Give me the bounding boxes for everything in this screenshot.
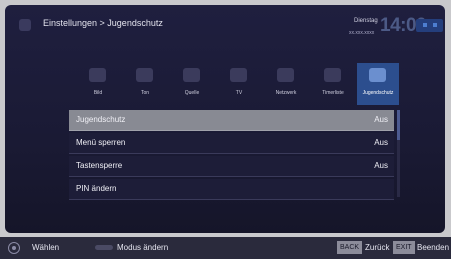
category-tabs: Bild Ton Quelle TV Netzwerk Timerliste J… [77,63,402,105]
menu-item-value: Aus [374,115,388,124]
menu-item-pin-aendern[interactable]: PIN ändern [69,179,394,200]
settings-icon [19,19,31,31]
tab-timerliste[interactable]: Timerliste [312,63,354,105]
antenna-icon [183,68,200,82]
back-key: BACK [337,241,363,254]
speaker-icon [136,68,153,82]
menu-item-label: Tastensperre [76,161,123,170]
tab-quelle[interactable]: Quelle [171,63,213,105]
settings-list: Jugendschutz Aus Menü sperren Aus Tasten… [69,110,394,202]
breadcrumb: Einstellungen > Jugendschutz [43,18,163,28]
menu-item-menue-sperren[interactable]: Menü sperren Aus [69,133,394,154]
timer-icon [324,68,341,82]
menu-item-tastensperre[interactable]: Tastensperre Aus [69,156,394,177]
tab-label: Quelle [184,90,200,96]
exit-key: EXIT [393,241,415,254]
tab-label: Bild [93,90,103,96]
menu-item-value: Aus [374,138,388,147]
scrollbar-thumb[interactable] [397,110,400,140]
menu-item-value: Aus [374,161,388,170]
tab-jugendschutz[interactable]: Jugendschutz [357,63,399,105]
picture-icon [89,68,106,82]
clock-badge-icon [416,19,443,32]
menu-item-label: PIN ändern [76,184,117,193]
tv-screen: Einstellungen > Jugendschutz Dienstag xx… [0,0,451,259]
clock-date: xx.xxx.xxxx [349,30,375,36]
mode-hint: Modus ändern [117,243,169,252]
tab-label: Jugendschutz [362,90,394,96]
parental-lock-icon [369,68,386,82]
clock-day: Dienstag [354,18,378,24]
color-keys-icon [95,245,113,250]
tab-label: Netzwerk [275,90,297,96]
exit-hint: Beenden [417,243,450,252]
navigation-pad-icon [8,242,20,254]
menu-item-label: Menü sperren [76,138,126,147]
menu-item-label: Jugendschutz [76,115,126,124]
tab-label: TV [235,90,243,96]
back-hint: Zurück [365,243,390,252]
network-icon [277,68,294,82]
footer-help-bar: Wählen Modus ändern BACK Zurück EXIT Bee… [0,237,451,259]
menu-item-jugendschutz[interactable]: Jugendschutz Aus [69,110,394,131]
select-hint: Wählen [32,243,60,252]
tab-tv[interactable]: TV [218,63,260,105]
tab-ton[interactable]: Ton [124,63,166,105]
tab-label: Ton [140,90,150,96]
tab-netzwerk[interactable]: Netzwerk [265,63,307,105]
tv-icon [230,68,247,82]
tab-bild[interactable]: Bild [77,63,119,105]
settings-panel: Einstellungen > Jugendschutz Dienstag xx… [5,5,445,233]
scrollbar[interactable] [397,110,400,197]
